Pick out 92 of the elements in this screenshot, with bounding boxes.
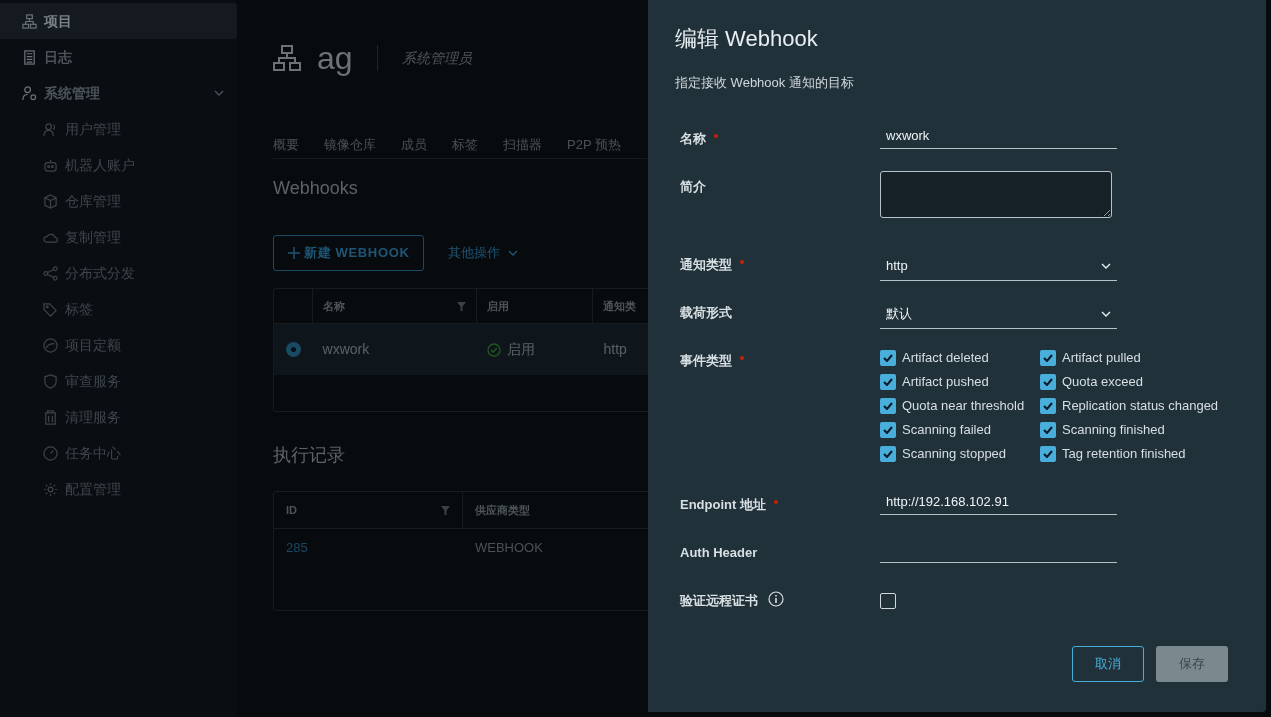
- project-icon: [273, 45, 301, 71]
- settings-icon: [43, 481, 58, 497]
- sitemap-icon: [22, 13, 37, 29]
- plus-icon: [288, 247, 300, 259]
- tag-icon: [43, 301, 58, 317]
- input-field[interactable]: http://192.168.102.91: [880, 488, 1117, 515]
- checkbox[interactable]: [1040, 349, 1056, 366]
- cancel-button[interactable]: 取消: [1072, 646, 1144, 682]
- tab[interactable]: 概要: [273, 131, 299, 158]
- document-icon: [22, 49, 37, 65]
- users-icon: [43, 121, 58, 137]
- table-cell: wxwork: [322, 341, 370, 357]
- field-label: Endpoint 地址: [680, 495, 766, 514]
- gauge-icon: [43, 337, 58, 353]
- id-link[interactable]: 285: [286, 539, 308, 555]
- table-cell-text: 启用: [507, 340, 536, 359]
- check-icon: [1043, 401, 1053, 410]
- cube-icon: [43, 193, 58, 209]
- field-label: 简介: [680, 177, 706, 196]
- column-header: ID: [286, 502, 297, 518]
- field-label: 载荷形式: [680, 303, 732, 322]
- project-role: 系统管理员: [401, 48, 472, 68]
- section-title: 执行记录: [273, 444, 345, 467]
- checkbox[interactable]: [880, 349, 896, 366]
- tab[interactable]: 扫描器: [503, 131, 542, 158]
- column-header: 启用: [487, 298, 510, 314]
- column-header: 名称: [322, 298, 345, 314]
- check-icon: [1043, 425, 1053, 434]
- table-cell: WEBHOOK: [475, 539, 543, 555]
- checkbox-label: Scanning failed: [902, 420, 991, 439]
- checkbox[interactable]: [1040, 421, 1056, 438]
- column-header: 通知类: [603, 298, 637, 314]
- sidebar-item[interactable]: 系统管理: [0, 75, 237, 111]
- checkbox-label: Artifact pushed: [902, 372, 989, 391]
- checkbox[interactable]: [880, 421, 896, 438]
- tab[interactable]: 镜像仓库: [324, 131, 376, 158]
- info-icon[interactable]: [768, 590, 784, 607]
- checkbox-label: Scanning stopped: [902, 444, 1007, 463]
- check-icon: [883, 353, 893, 362]
- robot-icon: [43, 157, 58, 173]
- sidebar-item[interactable]: 项目: [0, 3, 237, 39]
- checkbox[interactable]: [1040, 445, 1056, 462]
- check-icon: [883, 401, 893, 410]
- checkbox[interactable]: [880, 373, 896, 390]
- checkbox[interactable]: [880, 445, 896, 462]
- caret-icon: [508, 250, 519, 256]
- shield-icon: [43, 373, 58, 389]
- dialog-subtitle: 指定接收 Webhook 通知的目标: [675, 74, 855, 92]
- checkbox[interactable]: [1040, 373, 1056, 390]
- check-icon: [883, 449, 893, 458]
- check-icon: [1043, 377, 1053, 386]
- caret-icon: [1101, 263, 1111, 269]
- share-icon: [43, 265, 58, 281]
- field-label: 验证远程证书: [680, 591, 758, 610]
- field-label: 名称: [680, 129, 706, 148]
- check-icon: [1043, 449, 1053, 458]
- checkbox[interactable]: [1040, 397, 1056, 414]
- new-webhook-button[interactable]: 新建 WEBHOOK: [273, 235, 425, 271]
- checkbox-label: Replication status changed: [1062, 396, 1219, 415]
- checkbox-label: Quota exceed: [1062, 372, 1143, 391]
- select-field[interactable]: 默认: [880, 300, 1117, 329]
- column-header: 供应商类型: [475, 502, 530, 518]
- checkbox-label: Quota near threshold: [902, 396, 1025, 415]
- select-field[interactable]: http: [880, 252, 1117, 281]
- field-label: 通知类型: [680, 255, 732, 274]
- tab[interactable]: P2P 预热: [567, 131, 621, 158]
- field-label: 事件类型: [680, 351, 732, 370]
- user-gear-icon: [22, 85, 37, 101]
- table-cell: http: [603, 341, 627, 357]
- checkbox-label: Scanning finished: [1062, 420, 1165, 439]
- checkbox[interactable]: [880, 592, 896, 609]
- field-label: Auth Header: [680, 543, 758, 562]
- radio-button[interactable]: [285, 342, 301, 357]
- checkbox[interactable]: [880, 397, 896, 414]
- check-icon: [883, 377, 893, 386]
- text-area[interactable]: [880, 170, 1112, 218]
- trash-icon: [43, 409, 58, 425]
- check-icon: [1043, 353, 1053, 362]
- project-name: ag: [317, 42, 353, 74]
- checkbox-label: Tag retention finished: [1062, 444, 1186, 463]
- caret-icon: [1101, 311, 1111, 317]
- tab[interactable]: 成员: [401, 131, 427, 158]
- section-title: Webhooks: [273, 177, 358, 200]
- more-actions-button[interactable]: 其他操作: [448, 243, 519, 263]
- sidebar-item[interactable]: 日志: [0, 39, 237, 75]
- checkbox-label: Artifact pulled: [1062, 348, 1141, 367]
- checkbox-label: Artifact deleted: [902, 348, 989, 367]
- dashboard-icon: [43, 445, 58, 461]
- check-icon: [883, 425, 893, 434]
- input-field[interactable]: wxwork: [880, 122, 1117, 149]
- tab[interactable]: 标签: [452, 131, 478, 158]
- dialog-title: 编辑 Webhook: [675, 25, 819, 53]
